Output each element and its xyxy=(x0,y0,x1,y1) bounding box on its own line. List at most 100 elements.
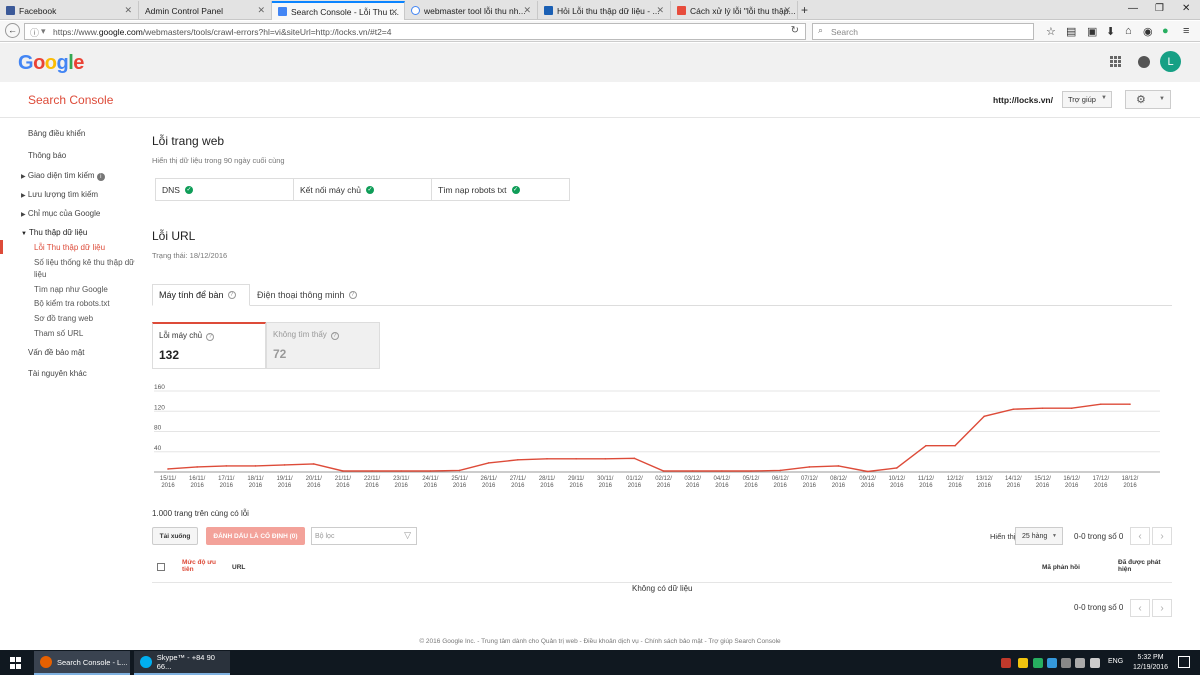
server-connectivity-status[interactable]: Kết nối máy chủ ✓ xyxy=(294,179,432,200)
help-icon[interactable]: ? xyxy=(330,332,339,340)
download-button[interactable]: Tải xuống xyxy=(152,527,198,545)
data-point xyxy=(371,470,373,472)
server-error-card[interactable]: Lỗi máy chủ? 132 xyxy=(152,322,266,369)
search-console-title[interactable]: Search Console xyxy=(28,93,113,107)
column-detected[interactable]: Đã được phát hiện xyxy=(1118,559,1161,573)
filter-input[interactable]: Bộ lọc ▽ xyxy=(311,527,417,545)
url-bar[interactable]: ⓘ ▾ https://www. google.com/webmasters/to… xyxy=(24,23,806,40)
download-icon[interactable]: ⬇ xyxy=(1106,25,1115,38)
x-tick-year: 2016 xyxy=(715,483,729,489)
close-window-icon[interactable]: ✕ xyxy=(1182,3,1190,14)
sidebar-item-other-resources[interactable]: Tài nguyên khác xyxy=(28,369,87,378)
sidebar-item-sitemaps[interactable]: Sơ đồ trang web xyxy=(34,314,93,323)
notifications-icon[interactable] xyxy=(1138,56,1150,68)
language-indicator[interactable]: ENG xyxy=(1108,658,1123,665)
browser-search-input[interactable]: ⌕ Search xyxy=(812,23,1034,40)
tray-app-icon[interactable] xyxy=(1001,658,1011,668)
select-all-checkbox[interactable] xyxy=(157,563,165,571)
sidebar-item-crawl[interactable]: ▼ Thu thập dữ liệu xyxy=(21,228,87,237)
rows-per-page-select[interactable]: 25 hàng ▼ xyxy=(1015,527,1063,545)
menu-icon[interactable]: ≡ xyxy=(1183,25,1189,37)
tray-app-icon[interactable] xyxy=(1033,658,1043,668)
volume-icon[interactable] xyxy=(1075,658,1085,668)
sidebar-item-fetch-as-google[interactable]: Tìm nạp như Google xyxy=(34,285,108,294)
browser-tab-article[interactable]: Cách xử lý lỗi "lỗi thu thập... ✕ xyxy=(671,1,798,20)
extension-icon[interactable]: ● xyxy=(1162,25,1169,37)
info-icon[interactable]: i xyxy=(96,173,105,181)
apps-grid-icon[interactable] xyxy=(1110,56,1121,67)
close-icon[interactable]: ✕ xyxy=(783,5,791,16)
caret-right-icon: ▶ xyxy=(21,212,26,218)
sidebar-item-search-traffic[interactable]: ▶ Lưu lượng tìm kiếm xyxy=(21,190,98,199)
dns-status[interactable]: DNS ✓ xyxy=(156,179,294,200)
sidebar-item-messages[interactable]: Thông báo xyxy=(28,151,66,160)
mark-fixed-button[interactable]: ĐÁNH DẤU LÀ CỐ ĐỊNH (0) xyxy=(206,527,305,545)
clock[interactable]: 5:32 PM 12/19/2016 xyxy=(1133,653,1168,673)
browser-tab-search-console[interactable]: Search Console - Lỗi Thu t... ✕ xyxy=(272,1,405,20)
tab-smartphone[interactable]: Điện thoại thông minh? xyxy=(251,284,363,306)
minimize-icon[interactable]: — xyxy=(1128,3,1138,14)
windows-start-icon[interactable] xyxy=(10,657,22,669)
sidebar-item-search-appearance[interactable]: ▶ Giao diện tìm kiếm i xyxy=(21,171,105,181)
battery-icon[interactable] xyxy=(1090,658,1100,668)
prev-page-button[interactable]: ‹ xyxy=(1130,527,1150,545)
next-page-button[interactable]: › xyxy=(1152,527,1172,545)
browser-tab-admin[interactable]: Admin Control Panel ✕ xyxy=(139,1,272,20)
robots-fetch-status[interactable]: Tìm nạp robots txt ✓ xyxy=(432,179,569,200)
sidebar-item-robots-tester[interactable]: Bộ kiểm tra robots.txt xyxy=(34,299,110,308)
network-icon[interactable] xyxy=(1061,658,1071,668)
article-icon xyxy=(677,6,686,15)
sidebar-item-url-parameters[interactable]: Tham số URL xyxy=(34,329,83,338)
close-icon[interactable]: ✕ xyxy=(523,5,531,16)
sidebar-item-dashboard[interactable]: Bảng điều khiển xyxy=(28,129,85,138)
sidebar-item-crawl-stats-cont[interactable]: liệu xyxy=(34,270,46,279)
sidebar-item-crawl-errors[interactable]: Lỗi Thu thập dữ liệu xyxy=(34,243,105,252)
close-icon[interactable]: ✕ xyxy=(257,5,265,16)
site-selector[interactable]: http://locks.vn/ xyxy=(993,95,1053,105)
settings-button[interactable]: ⚙ ▼ xyxy=(1125,90,1171,109)
avatar[interactable]: L xyxy=(1160,51,1181,72)
tab-desktop[interactable]: Máy tính để bàn? xyxy=(152,284,250,306)
column-priority[interactable]: Mức độ ưu tiên xyxy=(182,559,216,573)
x-tick-label: 20/11/ xyxy=(306,476,323,482)
restore-icon[interactable]: ❐ xyxy=(1155,3,1164,14)
x-tick-label: 18/12/ xyxy=(1122,476,1139,482)
new-tab-icon[interactable]: + xyxy=(801,3,808,17)
help-button[interactable]: Trợ giúp ▼ xyxy=(1062,91,1112,108)
browser-tab-google-search[interactable]: webmaster tool lỗi thu nh... ✕ xyxy=(405,1,538,20)
browser-tab-forum[interactable]: Hỏi Lỗi thu thập dữ liệu - ... ✕ xyxy=(538,1,671,20)
x-tick-year: 2016 xyxy=(278,483,292,489)
lock-pocket-icon[interactable]: ▣ xyxy=(1087,25,1097,38)
taskbar-firefox[interactable]: Search Console - L... xyxy=(34,651,130,675)
home-icon[interactable]: ⌂ xyxy=(1125,25,1132,37)
search-icon: ⌕ xyxy=(818,25,824,35)
column-url[interactable]: URL xyxy=(232,564,245,571)
action-center-icon[interactable] xyxy=(1178,656,1190,668)
sidebar-item-google-index[interactable]: ▶ Chỉ mục của Google xyxy=(21,209,100,218)
tray-app-icon[interactable] xyxy=(1047,658,1057,668)
column-response-code[interactable]: Mã phản hồi xyxy=(1042,564,1080,571)
caret-right-icon: ▶ xyxy=(21,193,26,199)
close-icon[interactable]: ✕ xyxy=(390,7,398,18)
help-icon[interactable]: ? xyxy=(227,291,236,299)
reading-list-icon[interactable]: ▤ xyxy=(1066,25,1076,38)
bookmark-star-icon[interactable]: ☆ xyxy=(1046,25,1056,38)
tray-app-icon[interactable] xyxy=(1018,658,1028,668)
pocket-icon[interactable]: ◉ xyxy=(1143,25,1153,38)
prev-page-button-bottom[interactable]: ‹ xyxy=(1130,599,1150,617)
taskbar-skype[interactable]: Skype™ - +84 90 66... xyxy=(134,651,230,675)
help-icon[interactable]: ? xyxy=(206,333,215,341)
sidebar-item-security-issues[interactable]: Vấn đề bảo mật xyxy=(28,348,84,357)
sidebar-item-crawl-stats[interactable]: Số liệu thống kê thu thập dữ xyxy=(34,258,135,267)
not-found-card[interactable]: Không tìm thấy? 72 xyxy=(266,322,380,369)
data-point xyxy=(1012,408,1015,411)
help-icon[interactable]: ? xyxy=(348,291,357,299)
close-icon[interactable]: ✕ xyxy=(124,5,132,16)
close-icon[interactable]: ✕ xyxy=(656,5,664,16)
browser-tab-facebook[interactable]: Facebook ✕ xyxy=(0,1,139,20)
back-icon[interactable]: ← xyxy=(5,23,20,38)
info-icon[interactable]: ⓘ xyxy=(30,26,39,39)
google-logo[interactable]: Google xyxy=(18,52,84,75)
next-page-button-bottom[interactable]: › xyxy=(1152,599,1172,617)
reload-icon[interactable]: ↻ xyxy=(791,25,799,36)
